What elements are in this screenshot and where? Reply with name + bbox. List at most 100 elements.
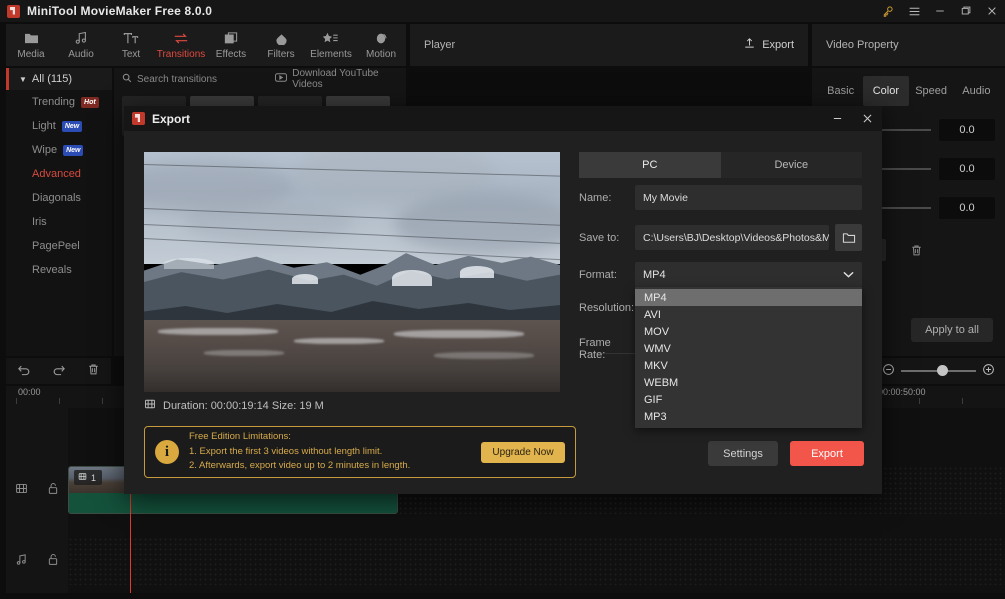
lane-background [68, 537, 1005, 585]
close-button[interactable] [979, 0, 1005, 22]
destination-tabs: PC Device [579, 152, 862, 178]
redo-icon[interactable] [52, 364, 66, 379]
toolbar-item-media[interactable]: Media [6, 24, 56, 66]
sidebar-item-wipe[interactable]: Wipe New [6, 138, 112, 162]
video-preview[interactable] [144, 152, 560, 392]
toolbar-item-effects[interactable]: Effects [206, 24, 256, 66]
format-option-mp4[interactable]: MP4 [635, 289, 862, 306]
caret-down-icon: ▼ [19, 74, 27, 84]
audio-track-header [6, 537, 68, 585]
name-label: Name: [579, 191, 612, 204]
search-input[interactable]: Search transitions [114, 73, 275, 86]
tab-color[interactable]: Color [863, 76, 909, 106]
delete-preset-icon[interactable] [910, 244, 923, 257]
dialog-minimize-button[interactable] [822, 106, 852, 131]
format-value: MP4 [643, 268, 666, 281]
toolbar-item-text[interactable]: Text [106, 24, 156, 66]
zoom-slider-knob[interactable] [937, 365, 948, 376]
tab-device[interactable]: Device [721, 152, 863, 178]
video-track-header [6, 466, 68, 514]
toolbar-label: Text [121, 48, 141, 60]
text-icon [123, 31, 139, 46]
format-option-webm[interactable]: WEBM [635, 374, 862, 391]
dialog-window-controls [822, 106, 882, 131]
toolbar-item-filters[interactable]: Filters [256, 24, 306, 66]
search-icon [122, 73, 132, 86]
sidebar-item-reveals[interactable]: Reveals [6, 258, 112, 282]
apply-to-all-button[interactable]: Apply to all [911, 318, 993, 342]
format-option-mp3[interactable]: MP3 [635, 408, 862, 425]
trash-icon[interactable] [87, 363, 100, 379]
undo-icon[interactable] [17, 364, 31, 379]
tab-basic[interactable]: Basic [818, 76, 863, 106]
maximize-button[interactable] [953, 0, 979, 22]
format-option-mov[interactable]: MOV [635, 323, 862, 340]
notice-text: Free Edition Limitations: 1. Export the … [189, 430, 410, 474]
audio-track-lane[interactable] [68, 537, 1005, 585]
minimize-button[interactable] [927, 0, 953, 22]
film-icon [144, 398, 156, 413]
free-edition-notice: i Free Edition Limitations: 1. Export th… [144, 426, 576, 478]
toolbar-item-motion[interactable]: Motion [356, 24, 406, 66]
save-to-row: Save to: C:\Users\BJ\Desktop\Videos&Phot… [579, 224, 862, 251]
ruler-label-end: 00:00:50:00 [878, 387, 926, 397]
browse-folder-button[interactable] [835, 224, 862, 251]
sidebar-all-label: All (115) [31, 73, 73, 85]
sidebar-item-advanced[interactable]: Advanced [6, 162, 112, 186]
format-option-wmv[interactable]: WMV [635, 340, 862, 357]
tab-audio[interactable]: Audio [954, 76, 999, 106]
sidebar-item-all[interactable]: ▼ All (115) [6, 68, 112, 90]
resolution-label: Resolution: [579, 302, 635, 314]
key-icon[interactable] [875, 0, 901, 22]
unlock-icon[interactable] [47, 553, 59, 569]
sidebar-item-iris[interactable]: Iris [6, 210, 112, 234]
zoom-out-button[interactable] [882, 363, 895, 379]
toolbar-item-elements[interactable]: Elements [306, 24, 356, 66]
format-select[interactable]: MP4 [635, 262, 862, 287]
player-export-button[interactable]: Export [743, 37, 794, 53]
download-youtube-button[interactable]: Download YouTube Videos [275, 68, 406, 90]
tab-label: PC [642, 159, 658, 171]
title-bar: MiniTool MovieMaker Free 8.0.0 [0, 0, 1005, 22]
property-value-1[interactable]: 0.0 [939, 119, 995, 141]
dialog-close-button[interactable] [852, 106, 882, 131]
video-property-header: Video Property [812, 24, 1005, 66]
video-property-title: Video Property [826, 39, 899, 51]
save-to-input[interactable]: C:\Users\BJ\Desktop\Videos&Photos&Music\… [635, 225, 829, 250]
video-property-tabs: Basic Color Speed Audio [818, 76, 999, 106]
settings-button[interactable]: Settings [708, 441, 778, 466]
zoom-in-button[interactable] [982, 363, 995, 379]
unlock-icon[interactable] [47, 482, 59, 498]
frame-rate-row: Frame Rate: [579, 337, 635, 361]
upgrade-now-button[interactable]: Upgrade Now [481, 441, 565, 463]
timeline-zoom-slider[interactable] [901, 365, 976, 377]
export-meta: Duration: 00:00:19:14 Size: 19 M [144, 398, 324, 413]
property-value-2[interactable]: 0.0 [939, 158, 995, 180]
sidebar-item-label: Trending [32, 96, 76, 108]
sidebar-item-trending[interactable]: Trending Hot [6, 90, 112, 114]
name-input[interactable]: My Movie [635, 185, 862, 210]
toolbar-item-transitions[interactable]: Transitions [156, 24, 206, 66]
app-logo-icon [7, 4, 20, 18]
sidebar-item-diagonals[interactable]: Diagonals [6, 186, 112, 210]
tab-pc[interactable]: PC [579, 152, 721, 178]
dialog-title-bar: Export [124, 106, 882, 131]
export-button[interactable]: Export [790, 441, 864, 466]
format-option-avi[interactable]: AVI [635, 306, 862, 323]
sidebar-item-label: Advanced [32, 168, 81, 180]
toolbar-label: Audio [68, 48, 94, 60]
sidebar-item-pagepeel[interactable]: PagePeel [6, 234, 112, 258]
toolbar-item-audio[interactable]: Audio [56, 24, 106, 66]
motion-icon [374, 31, 388, 46]
tab-speed[interactable]: Speed [909, 76, 954, 106]
toolbar-label: Filters [267, 48, 295, 60]
sidebar-item-light[interactable]: Light New [6, 114, 112, 138]
toolbar-label: Transitions [156, 48, 206, 60]
format-option-mkv[interactable]: MKV [635, 357, 862, 374]
property-value-3[interactable]: 0.0 [939, 197, 995, 219]
timeline-track-headers [6, 408, 68, 593]
youtube-icon [275, 73, 288, 85]
menu-icon[interactable] [901, 0, 927, 22]
format-option-gif[interactable]: GIF [635, 391, 862, 408]
download-youtube-label: Download YouTube Videos [292, 68, 379, 90]
